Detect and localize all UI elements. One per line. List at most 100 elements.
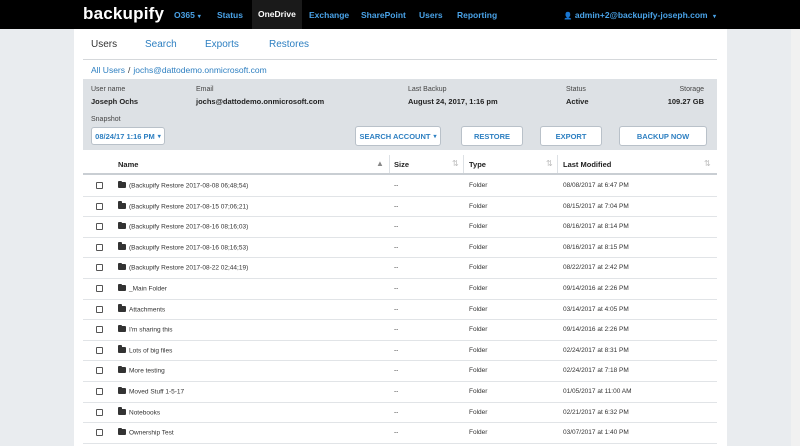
file-name: (Backupify Restore 2017-08-16 08;16;53): [129, 244, 249, 252]
file-name-cell[interactable]: (Backupify Restore 2017-08-08 06;48;54): [118, 180, 248, 190]
size-cell: --: [394, 223, 399, 231]
row-checkbox[interactable]: [96, 408, 103, 416]
nav-status[interactable]: Status: [217, 10, 243, 20]
table-row[interactable]: Lots of big files -- Folder 02/24/2017 at 8…: [83, 341, 717, 362]
row-checkbox[interactable]: [96, 264, 103, 272]
last-modified-cell: 08/08/2017 at 6:47 PM: [563, 182, 629, 189]
file-name-cell[interactable]: Attachments: [118, 304, 166, 314]
table-row[interactable]: Notebooks -- Folder 02/21/2017 at 6:32 PM: [83, 403, 717, 424]
row-checkbox[interactable]: [96, 202, 103, 210]
row-checkbox[interactable]: [96, 388, 103, 395]
subtab-users[interactable]: Users: [91, 39, 117, 50]
row-checkbox[interactable]: [96, 243, 103, 251]
nav-onedrive[interactable]: OneDrive: [252, 0, 302, 29]
user-info-panel: User name Joseph Ochs Email jochs@dattod…: [83, 79, 717, 150]
last-modified-cell: 08/16/2017 at 8:15 PM: [563, 243, 629, 251]
nav-users[interactable]: Users: [419, 10, 443, 20]
snapshot-select[interactable]: 08/24/17 1:16 PM ▾: [91, 127, 165, 145]
type-cell: Folder: [469, 223, 488, 231]
table-row[interactable]: Moved Stuff 1-5-17 -- Folder 01/05/2017 at …: [83, 382, 717, 403]
type-cell: Folder: [469, 346, 488, 354]
table-row[interactable]: (Backupify Restore 2017-08-16 08;16;03) -…: [83, 217, 717, 238]
file-name: More testing: [129, 367, 165, 375]
table-row[interactable]: I'm sharing this -- Folder 09/14/2016 at 2:…: [83, 320, 717, 341]
file-name-cell[interactable]: More testing: [118, 365, 165, 375]
table-row[interactable]: Attachments -- Folder 03/14/2017 at 4:05 PM: [83, 300, 717, 321]
sort-icon[interactable]: ⇅: [704, 159, 711, 168]
subtab-exports[interactable]: Exports: [205, 39, 239, 50]
table-row[interactable]: (Backupify Restore 2017-08-08 06;48;54) -…: [83, 176, 717, 197]
file-name-cell[interactable]: (Backupify Restore 2017-08-16 08;16;53): [118, 242, 249, 252]
file-name: (Backupify Restore 2017-08-22 02;44;19): [129, 264, 249, 272]
file-name: (Backupify Restore 2017-08-15 07;06;21): [129, 203, 249, 211]
table-row[interactable]: Ownership Test -- Folder 03/07/2017 at 1:40…: [83, 423, 717, 444]
email-label: Email: [196, 86, 214, 93]
breadcrumb-all-users[interactable]: All Users: [91, 65, 125, 75]
table-header: Name ▲ Size ⇅ Type ⇅ Last Modified ⇅: [83, 153, 717, 175]
table-row[interactable]: (Backupify Restore 2017-08-15 07;06;21) -…: [83, 197, 717, 218]
search-account-button[interactable]: SEARCH ACCOUNT ▾: [355, 126, 441, 146]
type-cell: Folder: [469, 285, 488, 292]
table-row[interactable]: (Backupify Restore 2017-08-16 08;16;53) -…: [83, 238, 717, 259]
folder-icon: [118, 242, 126, 250]
file-name-cell[interactable]: _Main Folder: [118, 283, 167, 293]
row-checkbox[interactable]: [96, 305, 103, 313]
chevron-down-icon: ▾: [197, 14, 201, 20]
nav-reporting[interactable]: Reporting: [457, 10, 497, 20]
folder-icon: [118, 407, 126, 415]
table-row[interactable]: _Main Folder -- Folder 09/14/2016 at 2:26 P…: [83, 279, 717, 300]
row-checkbox[interactable]: [96, 223, 103, 231]
column-separator: [389, 155, 390, 173]
file-name-cell[interactable]: Ownership Test: [118, 427, 174, 437]
sort-icon[interactable]: ⇅: [546, 159, 553, 168]
row-checkbox[interactable]: [96, 429, 103, 437]
backup-now-button[interactable]: BACKUP NOW: [619, 126, 707, 146]
file-name-cell[interactable]: (Backupify Restore 2017-08-22 02;44;19): [118, 262, 249, 272]
sort-icon[interactable]: ⇅: [452, 159, 459, 168]
file-name-cell[interactable]: Moved Stuff 1-5-17: [118, 386, 184, 396]
subtab-restores[interactable]: Restores: [269, 39, 309, 50]
type-cell: Folder: [469, 429, 488, 437]
nav-sharepoint[interactable]: SharePoint: [361, 10, 406, 20]
size-cell: --: [394, 264, 399, 272]
type-cell: Folder: [469, 305, 488, 313]
user-icon: 👤: [563, 13, 573, 20]
username-value: Joseph Ochs: [91, 97, 139, 106]
table-row[interactable]: More testing -- Folder 02/24/2017 at 7:18 P…: [83, 361, 717, 382]
backupify-logo[interactable]: backupify: [83, 4, 164, 24]
user-menu[interactable]: 👤 admin+2@backupify-joseph.com ▾: [564, 10, 716, 20]
type-cell: Folder: [469, 243, 488, 251]
row-checkbox[interactable]: [96, 367, 103, 375]
column-header-last-modified[interactable]: Last Modified: [563, 160, 611, 169]
breadcrumb-current[interactable]: jochs@dattodemo.onmicrosoft.com: [133, 65, 266, 75]
file-name-cell[interactable]: (Backupify Restore 2017-08-15 07;06;21): [118, 201, 249, 211]
file-name-cell[interactable]: I'm sharing this: [118, 324, 173, 334]
chevron-down-icon: ▾: [433, 133, 437, 140]
export-button[interactable]: EXPORT: [540, 126, 602, 146]
row-checkbox[interactable]: [96, 346, 103, 354]
file-name: _Main Folder: [129, 285, 167, 293]
sort-ascending-icon[interactable]: ▲: [376, 159, 384, 168]
restore-button[interactable]: RESTORE: [461, 126, 523, 146]
file-name-cell[interactable]: Notebooks: [118, 407, 161, 417]
file-name: I'm sharing this: [129, 326, 173, 334]
file-name: Attachments: [129, 306, 166, 314]
nav-o365[interactable]: O365 ▾: [174, 10, 201, 20]
last-modified-cell: 02/24/2017 at 8:31 PM: [563, 346, 629, 354]
last-modified-cell: 02/21/2017 at 6:32 PM: [563, 408, 629, 416]
file-name-cell[interactable]: Lots of big files: [118, 345, 172, 354]
row-checkbox[interactable]: [96, 285, 103, 292]
page-scrollbar[interactable]: [791, 29, 800, 446]
file-name-cell[interactable]: (Backupify Restore 2017-08-16 08;16;03): [118, 221, 248, 231]
subtab-search[interactable]: Search: [145, 39, 177, 50]
table-row[interactable]: (Backupify Restore 2017-08-22 02;44;19) -…: [83, 258, 717, 279]
row-checkbox[interactable]: [96, 326, 103, 334]
column-header-name[interactable]: Name: [118, 160, 138, 169]
column-header-size[interactable]: Size: [394, 160, 409, 169]
row-checkbox[interactable]: [96, 182, 103, 189]
last-modified-cell: 08/15/2017 at 7:04 PM: [563, 202, 629, 210]
chevron-down-icon: ▾: [712, 14, 716, 20]
file-name: Notebooks: [129, 409, 161, 417]
nav-exchange[interactable]: Exchange: [309, 10, 349, 20]
column-header-type[interactable]: Type: [469, 160, 486, 169]
